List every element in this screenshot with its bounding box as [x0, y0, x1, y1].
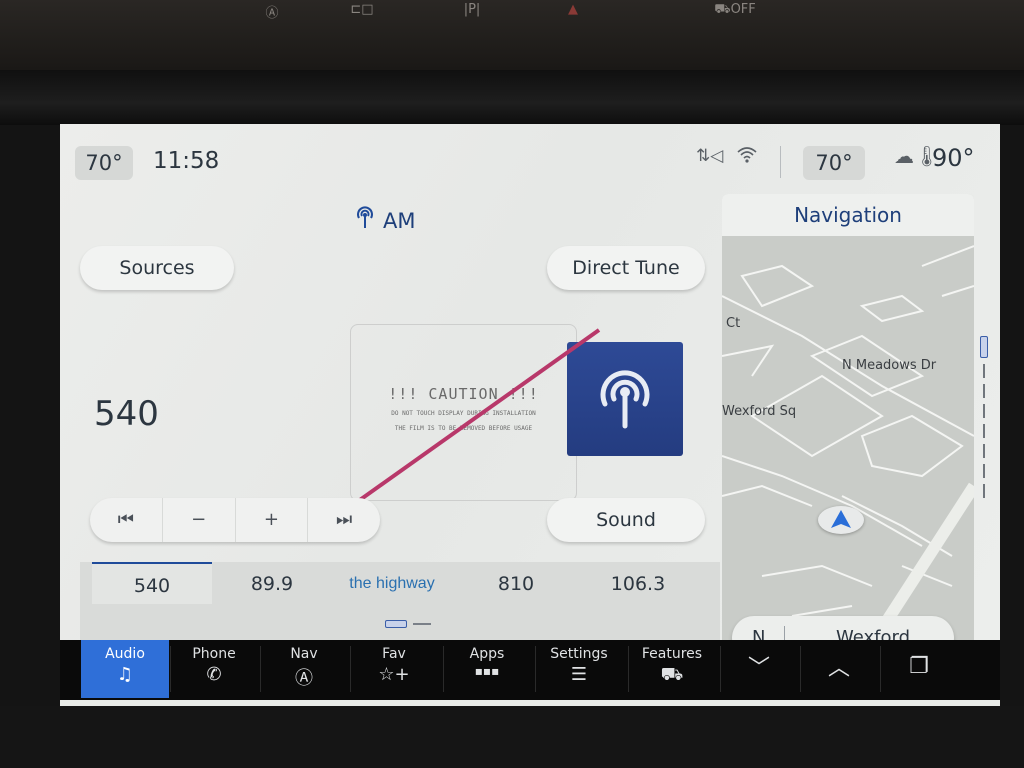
seek-back-button[interactable]: ⏮ [90, 498, 163, 542]
tab-settings[interactable]: Settings ☰ [535, 640, 623, 698]
preset-page-indicator[interactable] [385, 620, 431, 628]
scroll-track-segment [983, 384, 985, 398]
map-label-n-meadows-dr: N Meadows Dr [842, 358, 937, 373]
bezel-strip [0, 70, 1024, 125]
sound-button[interactable]: Sound [547, 498, 705, 542]
transport-controls: ⏮ − + ⏭ [90, 498, 380, 542]
tab-apps[interactable]: Apps ▪▪▪ [443, 640, 531, 698]
clock: 11:58 [153, 148, 220, 174]
station-art [567, 342, 683, 456]
map-label-wexford-sq: Wexford Sq [722, 404, 797, 419]
apps-grid-icon: ▪▪▪ [474, 664, 500, 678]
seek-forward-button[interactable]: ⏭ [308, 498, 380, 542]
tab-audio[interactable]: Audio ♫ [81, 640, 169, 698]
page-dot[interactable] [413, 623, 431, 625]
tab-fav[interactable]: Fav ☆+ [350, 640, 438, 698]
band-label: AM [383, 208, 416, 233]
preset-4[interactable]: 810 [456, 562, 576, 602]
chevron-up-icon: ︿ [827, 656, 850, 681]
tune-up-button[interactable]: + [236, 498, 309, 542]
scroll-track-segment [983, 424, 985, 438]
caution-sticker: !!! CAUTION !!! DO NOT TOUCH DISPLAY DUR… [350, 324, 577, 501]
phone-icon: ✆ [206, 664, 222, 685]
scroll-track-segment [983, 404, 985, 418]
outside-temp: 90° [932, 144, 975, 172]
chevron-down-icon: ﹀ [747, 656, 770, 681]
scroll-track-segment [983, 364, 985, 378]
scroll-up-button[interactable]: ︿ [795, 650, 883, 708]
preset-bar: 540 89.9 the highway 810 106.3 [80, 562, 720, 644]
tab-phone[interactable]: Phone ✆ [170, 640, 258, 698]
nav-arrow-icon: Ⓐ [295, 668, 313, 689]
navigation-title[interactable]: Navigation [722, 194, 974, 236]
data-transfer-icon: ⇅◁ [696, 146, 724, 166]
auto-start-stop-button[interactable]: Ⓐ [252, 2, 292, 21]
screen-content: 70° 11:58 ⇅◁ 70° ☁🌡 90° AM Sources Direc… [60, 124, 1000, 644]
map-roads [722, 245, 974, 644]
caution-line-2: THE FILM IS TO BE REMOVED BEFORE USAGE [394, 425, 533, 432]
status-divider [780, 146, 781, 178]
navigation-panel[interactable]: Navigation Ct N Meadows Dr Wexford Sq N … [722, 194, 974, 644]
scroll-thumb[interactable] [980, 336, 988, 358]
scroll-track-segment [983, 484, 985, 498]
preset-1[interactable]: 540 [92, 562, 212, 604]
direct-tune-button[interactable]: Direct Tune [547, 246, 705, 290]
preset-2[interactable]: 89.9 [212, 562, 332, 602]
tab-phone-label: Phone [192, 646, 236, 662]
scrollbar[interactable] [978, 336, 990, 516]
preset-5[interactable]: 106.3 [578, 562, 698, 602]
bottom-nav-bar: Audio ♫ Phone ✆ Nav Ⓐ Fav ☆+ Apps ▪▪▪ Se… [60, 640, 1000, 700]
infotainment-screen: 70° 11:58 ⇅◁ 70° ☁🌡 90° AM Sources Direc… [60, 124, 1000, 764]
hazard-button[interactable]: ▲ [553, 2, 593, 17]
scroll-track-segment [983, 464, 985, 478]
stacked-windows-icon: ❐ [909, 654, 929, 679]
bezel-bottom [0, 706, 1024, 768]
vehicle-position-arrow-icon [818, 506, 864, 534]
tab-nav-label: Nav [290, 646, 318, 662]
tab-fav-label: Fav [382, 646, 406, 662]
page-dot-active[interactable] [385, 620, 407, 628]
sources-button[interactable]: Sources [80, 246, 234, 290]
sliders-icon: ☰ [570, 664, 588, 685]
tab-settings-label: Settings [550, 646, 608, 662]
star-plus-icon: ☆+ [378, 664, 410, 685]
park-assist-button[interactable]: |P| [452, 2, 492, 17]
map-view[interactable]: Ct N Meadows Dr Wexford Sq N Wexford [722, 236, 974, 644]
camera-button[interactable]: ⊏□ [342, 2, 382, 17]
caution-title: !!! CAUTION !!! [388, 385, 539, 403]
music-note-icon: ♫ [116, 664, 134, 685]
traction-control-off-button[interactable]: ⛟OFF [710, 2, 760, 19]
passenger-temp[interactable]: 70° [803, 146, 865, 180]
scroll-track-segment [983, 444, 985, 458]
band-indicator: AM [355, 206, 415, 235]
wifi-icon [736, 146, 758, 169]
preset-3-highway-logo[interactable]: the highway [332, 562, 452, 602]
map-label-ct: Ct [726, 316, 741, 331]
tab-features-label: Features [641, 646, 703, 662]
driver-temp[interactable]: 70° [75, 146, 133, 180]
broadcast-icon [600, 370, 650, 429]
antenna-icon [355, 206, 375, 235]
tab-features[interactable]: Features ⛟ [628, 640, 716, 698]
caution-line-1: DO NOT TOUCH DISPLAY DURING INSTALLATION [391, 410, 536, 417]
dashboard-bezel: Ⓐ ⊏□ |P| ▲ ⛟OFF [0, 0, 1024, 70]
tune-down-button[interactable]: − [163, 498, 236, 542]
current-frequency: 540 [94, 394, 159, 434]
tab-audio-label: Audio [105, 646, 145, 662]
recent-windows-button[interactable]: ❐ [875, 654, 963, 712]
status-bar: 70° 11:58 ⇅◁ 70° ☁🌡 90° [60, 124, 1000, 196]
truck-icon: ⛟ [660, 664, 684, 685]
scroll-down-button[interactable]: ﹀ [715, 650, 803, 708]
tab-nav[interactable]: Nav Ⓐ [260, 640, 348, 698]
tab-apps-label: Apps [469, 646, 505, 662]
